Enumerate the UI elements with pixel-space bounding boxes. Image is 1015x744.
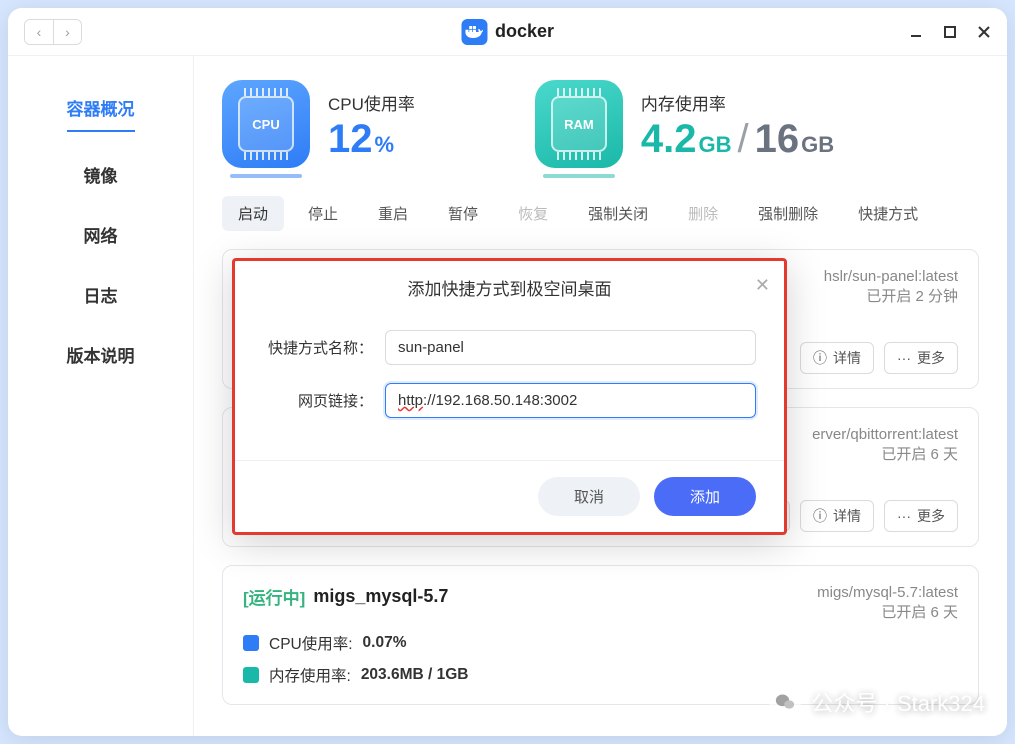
- cpu-mini-icon: [243, 635, 259, 651]
- container-meta: erver/qbittorrent:latest 已开启 6 天: [812, 426, 958, 464]
- tool-stop[interactable]: 停止: [292, 196, 354, 231]
- ram-label: 内存使用率: [641, 90, 834, 115]
- ram-icon: RAM: [535, 80, 623, 168]
- info-icon: ⓘ: [813, 348, 827, 368]
- sidebar-item-logs[interactable]: 日志: [8, 264, 193, 324]
- cancel-button[interactable]: 取消: [538, 477, 640, 516]
- minimize-button[interactable]: [909, 25, 923, 39]
- more-icon: ···: [897, 508, 911, 524]
- docker-icon: [461, 19, 487, 45]
- sidebar: 容器概况 镜像 网络 日志 版本说明: [8, 56, 194, 736]
- status-badge: [运行中]: [243, 584, 305, 609]
- cpu-icon: CPU: [222, 80, 310, 168]
- cpu-value: 12%: [328, 119, 415, 159]
- tool-delete[interactable]: 删除: [672, 196, 734, 231]
- more-button[interactable]: ···更多: [884, 500, 958, 532]
- sidebar-item-images[interactable]: 镜像: [8, 144, 193, 204]
- info-icon: ⓘ: [813, 506, 827, 526]
- more-button[interactable]: ···更多: [884, 342, 958, 374]
- container-meta: hslr/sun-panel:latest 已开启 2 分钟: [824, 268, 958, 306]
- tool-shortcut[interactable]: 快捷方式: [842, 196, 934, 231]
- tool-force-delete[interactable]: 强制删除: [742, 196, 834, 231]
- ram-value: 4.2GB / 16GB: [641, 119, 834, 159]
- detail-button[interactable]: ⓘ详情: [800, 500, 874, 532]
- tool-force-close[interactable]: 强制关闭: [572, 196, 664, 231]
- more-icon: ···: [897, 350, 911, 366]
- tool-restart[interactable]: 重启: [362, 196, 424, 231]
- container-card[interactable]: [运行中] migs_mysql-5.7 migs/mysql-5.7:late…: [222, 565, 979, 705]
- cpu-row: CPU使用率: 0.07%: [243, 632, 958, 654]
- tool-pause[interactable]: 暂停: [432, 196, 494, 231]
- window-title: docker: [461, 19, 554, 45]
- mem-row: 内存使用率: 203.6MB / 1GB: [243, 664, 958, 686]
- ram-stat: RAM 内存使用率 4.2GB / 16GB: [535, 80, 834, 168]
- url-label: 网页链接：: [263, 390, 373, 411]
- wechat-icon: [769, 686, 801, 718]
- nav-forward-button[interactable]: ›: [53, 20, 81, 44]
- url-input[interactable]: http://192.168.50.148:3002: [385, 383, 756, 418]
- toolbar: 启动 停止 重启 暂停 恢复 强制关闭 删除 强制删除 快捷方式: [222, 196, 979, 231]
- nav-back-button[interactable]: ‹: [25, 20, 53, 44]
- sidebar-item-version[interactable]: 版本说明: [8, 324, 193, 384]
- cpu-stat: CPU CPU使用率 12%: [222, 80, 415, 168]
- close-icon[interactable]: ✕: [755, 275, 770, 296]
- watermark: 公众号 · Stark324: [769, 686, 985, 718]
- shortcut-name-label: 快捷方式名称：: [263, 337, 373, 358]
- sidebar-item-overview[interactable]: 容器概况: [8, 84, 193, 144]
- shortcut-name-input[interactable]: [385, 330, 756, 365]
- tool-start[interactable]: 启动: [222, 196, 284, 231]
- sidebar-item-network[interactable]: 网络: [8, 204, 193, 264]
- shortcut-modal: 添加快捷方式到极空间桌面 ✕ 快捷方式名称： 网页链接： http://192.…: [232, 258, 787, 535]
- close-button[interactable]: [977, 25, 991, 39]
- container-meta: migs/mysql-5.7:latest 已开启 6 天: [817, 584, 958, 622]
- detail-button[interactable]: ⓘ详情: [800, 342, 874, 374]
- container-name: migs_mysql-5.7: [313, 586, 448, 607]
- cpu-label: CPU使用率: [328, 90, 415, 115]
- maximize-button[interactable]: [943, 25, 957, 39]
- confirm-button[interactable]: 添加: [654, 477, 756, 516]
- modal-title: 添加快捷方式到极空间桌面: [255, 275, 764, 300]
- tool-resume[interactable]: 恢复: [502, 196, 564, 231]
- ram-mini-icon: [243, 667, 259, 683]
